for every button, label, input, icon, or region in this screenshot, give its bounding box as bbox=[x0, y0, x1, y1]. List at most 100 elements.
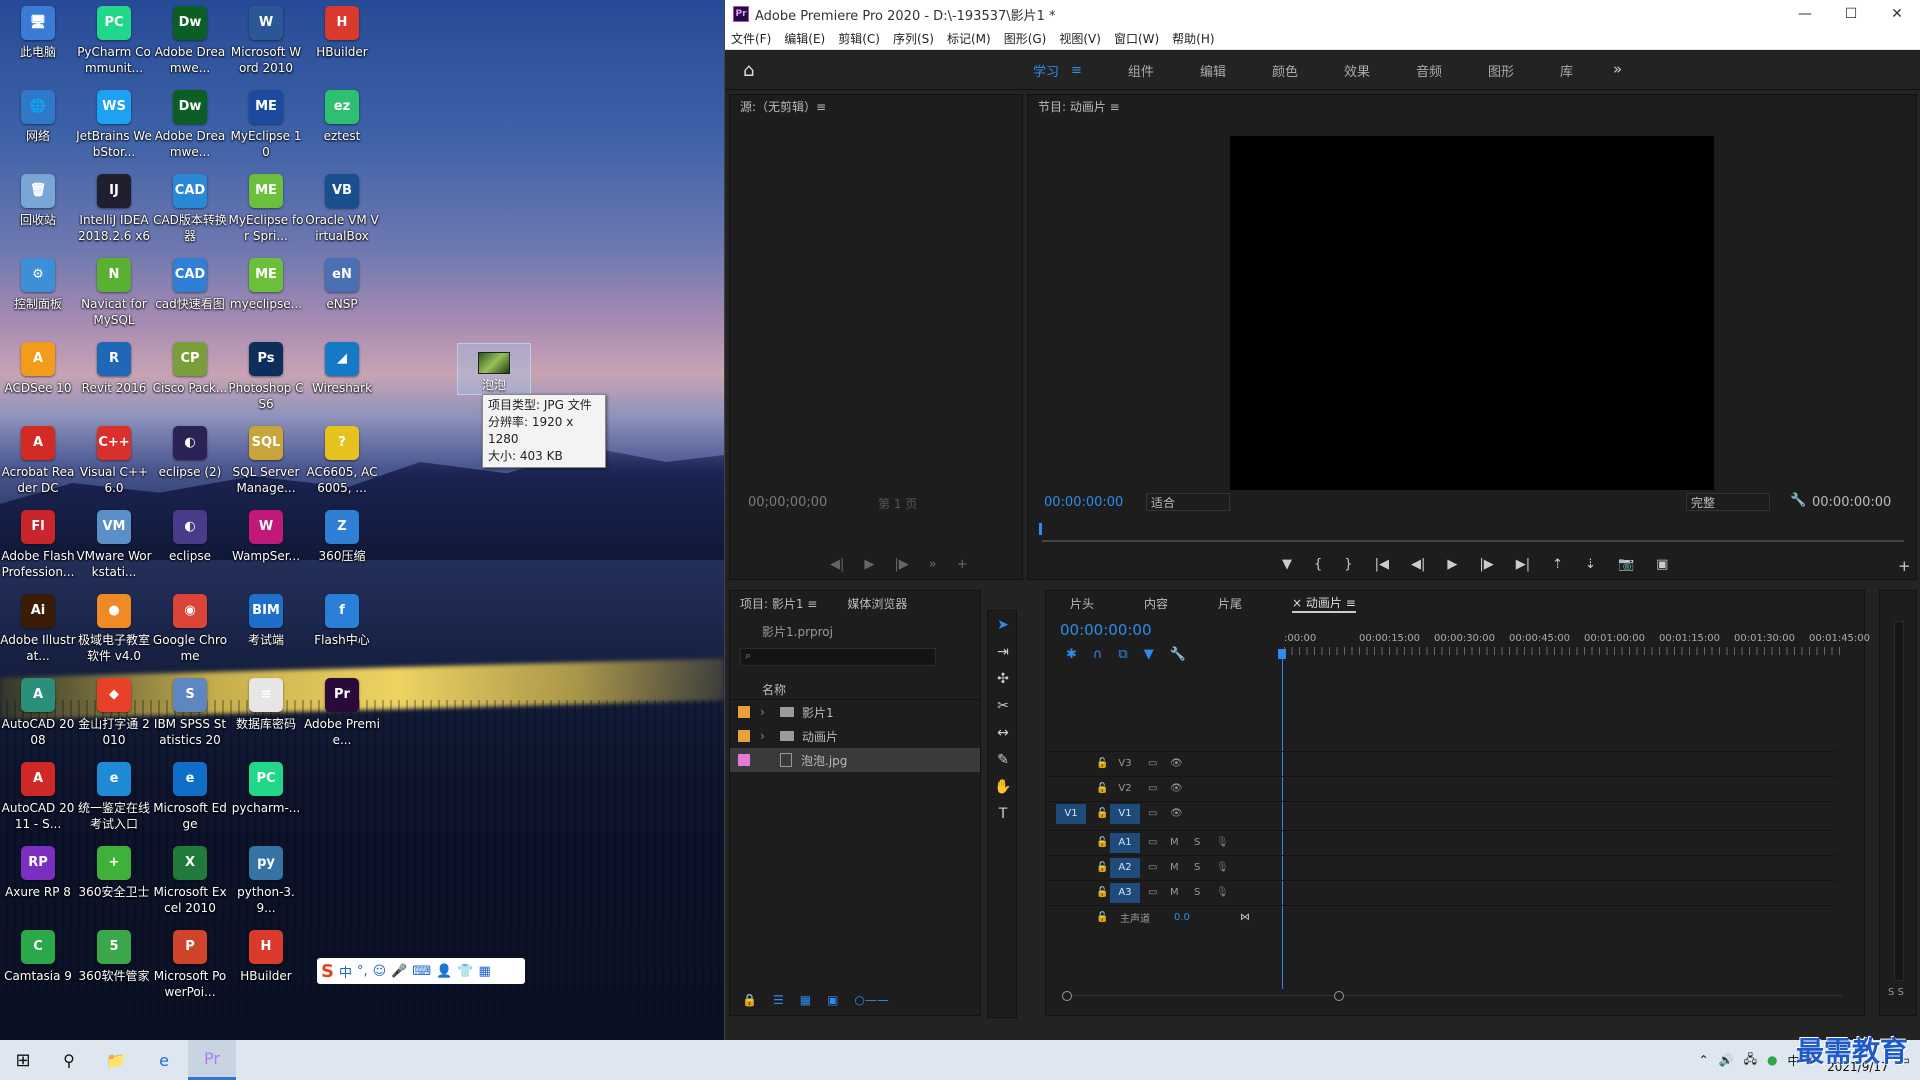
desktop-icon[interactable]: 5 360软件管家 bbox=[76, 924, 152, 1008]
sync-lock-icon[interactable]: ▭ bbox=[1148, 783, 1157, 794]
workspace-tab[interactable]: 库 bbox=[1560, 61, 1573, 80]
desktop-file-paopao[interactable]: 泡泡 bbox=[457, 343, 531, 395]
title-bar[interactable]: Pr Adobe Premiere Pro 2020 - D:\-193537\… bbox=[725, 0, 1920, 28]
solo-button[interactable]: S bbox=[1194, 837, 1200, 848]
network-icon[interactable]: 🖧 bbox=[1744, 1050, 1757, 1071]
track-lock-icon[interactable]: 🔓 bbox=[1096, 837, 1108, 848]
program-scrub-bar[interactable] bbox=[1042, 540, 1904, 542]
timeline-zoom-scrollbar[interactable] bbox=[1062, 991, 1842, 1003]
desktop-icon[interactable]: N Navicat for MySQL bbox=[76, 252, 152, 336]
nest-icon[interactable]: ✱ bbox=[1066, 647, 1077, 662]
project-item[interactable]: › 影片1 bbox=[730, 700, 980, 724]
desktop-icon[interactable]: P Microsoft PowerPoi... bbox=[152, 924, 228, 1008]
pen-tool-icon[interactable]: ✎ bbox=[988, 746, 1018, 773]
premiere-taskbar-icon[interactable]: Pr bbox=[188, 1040, 236, 1080]
program-panel-title[interactable]: 节目: 动画片 ≡ bbox=[1028, 95, 1916, 119]
desktop-icon[interactable]: 🗑 回收站 bbox=[0, 168, 76, 252]
go-to-in-icon[interactable]: |◀ bbox=[1375, 557, 1389, 572]
workspace-tab[interactable]: 图形 bbox=[1488, 61, 1514, 80]
mark-out-icon[interactable]: } bbox=[1344, 557, 1352, 572]
sequence-tab[interactable]: 片头 bbox=[1070, 595, 1094, 612]
ime-emoji-icon[interactable]: ☺ bbox=[373, 964, 387, 979]
more-workspaces-icon[interactable]: » bbox=[1613, 60, 1622, 78]
desktop-icon[interactable]: WS JetBrains WebStor... bbox=[76, 84, 152, 168]
desktop-icon[interactable]: CAD cad快速看图 bbox=[152, 252, 228, 336]
desktop-icon[interactable]: ME MyEclipse for Spri... bbox=[228, 168, 304, 252]
desktop-icon[interactable]: C Camtasia 9 bbox=[0, 924, 76, 1008]
menu-window[interactable]: 窗口(W) bbox=[1114, 30, 1159, 47]
go-to-out-icon[interactable]: ▶| bbox=[1516, 557, 1530, 572]
desktop-icon[interactable]: ◐ eclipse bbox=[152, 504, 228, 588]
desktop-icon[interactable]: ● 极域电子教室软件 v4.0 2... bbox=[76, 588, 152, 672]
play-icon[interactable]: ▶ bbox=[1447, 557, 1457, 572]
program-current-timecode[interactable]: 00:00:00:00 bbox=[1044, 495, 1123, 510]
sogou-logo-icon[interactable]: S bbox=[321, 961, 334, 982]
workspace-tab[interactable]: 编辑 bbox=[1200, 61, 1226, 80]
desktop-icon[interactable]: ◆ 金山打字通 2010 bbox=[76, 672, 152, 756]
menu-view[interactable]: 视图(V) bbox=[1059, 30, 1101, 47]
step-forward-icon[interactable]: |▶ bbox=[894, 557, 908, 572]
track-select-tool-icon[interactable]: ⇥ bbox=[988, 638, 1018, 665]
icon-view-icon[interactable]: ▦ bbox=[800, 993, 811, 1007]
desktop-icon[interactable]: ME MyEclipse 10 bbox=[228, 84, 304, 168]
solo-buttons[interactable]: S S bbox=[1888, 987, 1904, 998]
extract-icon[interactable]: ⇣ bbox=[1585, 557, 1596, 572]
track-lock-icon[interactable]: 🔓 bbox=[1096, 758, 1108, 769]
minimize-button[interactable]: — bbox=[1782, 6, 1828, 22]
audio-track-row[interactable]: 🔓 A2 ▭ M S 🎙 bbox=[1046, 855, 1836, 879]
selection-tool-icon[interactable]: ➤ bbox=[988, 611, 1018, 638]
freeform-view-icon[interactable]: ▣ bbox=[827, 993, 838, 1007]
program-playhead[interactable] bbox=[1039, 523, 1042, 535]
track-visibility-icon[interactable]: 👁 bbox=[1170, 783, 1183, 794]
sequence-tab[interactable]: × 动画片 ≡ bbox=[1292, 594, 1356, 613]
solo-button[interactable]: S bbox=[1194, 887, 1200, 898]
security-icon[interactable]: ● bbox=[1767, 1053, 1777, 1067]
voiceover-record-icon[interactable]: 🎙 bbox=[1216, 862, 1229, 873]
step-forward-icon[interactable]: |▶ bbox=[1479, 557, 1493, 572]
desktop-icon[interactable]: ◉ Google Chrome bbox=[152, 588, 228, 672]
add-marker-icon[interactable]: ▼ bbox=[1282, 557, 1292, 572]
comparison-view-icon[interactable]: ▣ bbox=[1656, 557, 1668, 572]
desktop-icon[interactable]: ? AC6605, AC6005, ... bbox=[304, 420, 380, 504]
desktop-icon[interactable]: Z 360压缩 bbox=[304, 504, 380, 588]
desktop-icon[interactable]: W WampSer... bbox=[228, 504, 304, 588]
track-target-button[interactable]: A3 bbox=[1110, 882, 1140, 903]
track-target-button[interactable]: A1 bbox=[1110, 832, 1140, 853]
track-lock-icon[interactable]: 🔓 bbox=[1096, 887, 1108, 898]
track-target-button[interactable]: V3 bbox=[1110, 754, 1140, 774]
desktop-icon[interactable]: 🖥 此电脑 bbox=[0, 0, 76, 84]
voiceover-record-icon[interactable]: 🎙 bbox=[1216, 837, 1229, 848]
project-search-input[interactable]: ⌕ bbox=[740, 648, 936, 666]
menu-sequence[interactable]: 序列(S) bbox=[893, 30, 934, 47]
sync-lock-icon[interactable]: ▭ bbox=[1148, 862, 1157, 873]
solo-button[interactable]: S bbox=[1194, 862, 1200, 873]
desktop-icon[interactable]: C++ Visual C++ 6.0 bbox=[76, 420, 152, 504]
mute-button[interactable]: M bbox=[1170, 837, 1179, 848]
add-marker-icon[interactable]: ▼ bbox=[1144, 647, 1154, 662]
desktop-icon[interactable]: H HBuilder bbox=[228, 924, 304, 1008]
sequence-tab[interactable]: 内容 bbox=[1144, 595, 1168, 612]
desktop-icon[interactable]: X Microsoft Excel 2010 bbox=[152, 840, 228, 924]
desktop-icon[interactable]: ME myeclipse... bbox=[228, 252, 304, 336]
lock-icon[interactable]: 🔒 bbox=[742, 993, 757, 1007]
audio-track-row[interactable]: 🔓 A1 ▭ M S 🎙 bbox=[1046, 830, 1836, 854]
wrench-icon[interactable]: 🔧 bbox=[1170, 647, 1186, 662]
track-visibility-icon[interactable]: 👁 bbox=[1170, 758, 1183, 769]
desktop-icon[interactable]: VM VMware Workstati... bbox=[76, 504, 152, 588]
desktop-icon[interactable]: +360安全卫士 bbox=[76, 840, 152, 924]
wrench-icon[interactable]: 🔧 bbox=[1790, 493, 1806, 508]
export-frame-icon[interactable]: 📷 bbox=[1618, 557, 1634, 572]
desktop-icon[interactable]: 🌐 网络 bbox=[0, 84, 76, 168]
ime-toolbar[interactable]: S 中 °, ☺ 🎤 ⌨ 👤 👕 ▦ bbox=[317, 958, 525, 984]
menu-marker[interactable]: 标记(M) bbox=[947, 30, 991, 47]
desktop-icon[interactable]: CAD CAD版本转换器 bbox=[152, 168, 228, 252]
track-visibility-icon[interactable]: 👁 bbox=[1170, 808, 1183, 819]
edge-icon[interactable]: e bbox=[140, 1040, 188, 1080]
program-video-frame[interactable] bbox=[1230, 136, 1714, 490]
master-track-row[interactable]: 🔓 主声道 0.0 ⋈ bbox=[1046, 905, 1836, 929]
audio-track-row[interactable]: 🔓 A3 ▭ M S 🎙 bbox=[1046, 880, 1836, 904]
master-volume-value[interactable]: 0.0 bbox=[1174, 912, 1190, 923]
desktop-icon[interactable]: BIM 考试端 bbox=[228, 588, 304, 672]
desktop-icon[interactable]: H HBuilder bbox=[304, 0, 380, 84]
desktop-icon[interactable]: Ps Photoshop CS6 bbox=[228, 336, 304, 420]
